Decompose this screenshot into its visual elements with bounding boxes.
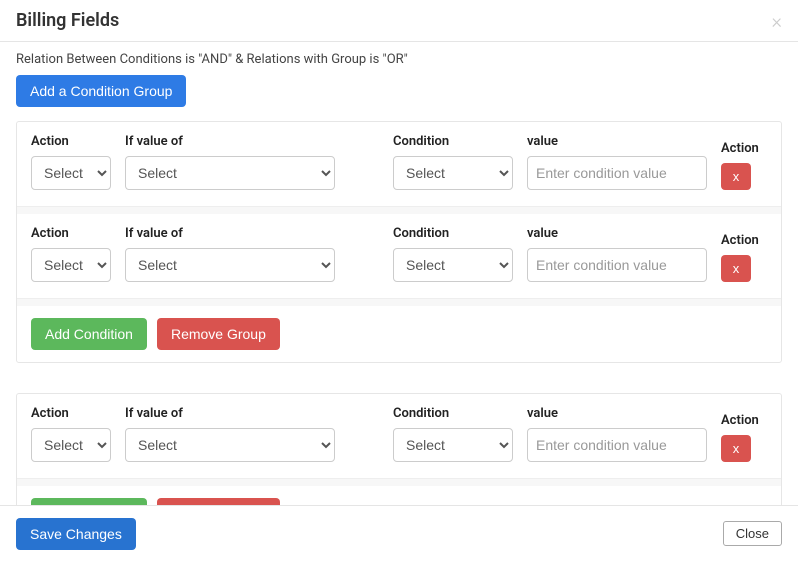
modal-footer: Save Changes Close: [0, 505, 798, 562]
delete-row-button[interactable]: x: [721, 255, 751, 282]
col-action-delete: Action x: [721, 413, 767, 462]
col-if-value: If value of Select: [125, 406, 335, 462]
billing-fields-modal: Billing Fields × Relation Between Condit…: [0, 0, 798, 562]
col-value: value: [527, 226, 707, 282]
group-actions: Add Condition Remove Group: [17, 306, 781, 362]
condition-row: Action Select If value of Select Conditi…: [17, 122, 781, 206]
condition-label: Condition: [393, 226, 513, 241]
row-divider: [17, 478, 781, 486]
delete-row-button[interactable]: x: [721, 435, 751, 462]
col-if-value: If value of Select: [125, 226, 335, 282]
action2-label: Action: [721, 413, 759, 428]
field-select[interactable]: Select: [125, 248, 335, 282]
modal-header: Billing Fields ×: [0, 0, 798, 42]
col-value: value: [527, 406, 707, 462]
action2-label: Action: [721, 141, 759, 156]
row-divider: [17, 206, 781, 214]
if-value-label: If value of: [125, 134, 335, 149]
relation-help-text: Relation Between Conditions is "AND" & R…: [16, 52, 782, 67]
modal-body: Relation Between Conditions is "AND" & R…: [0, 42, 798, 505]
condition-label: Condition: [393, 406, 513, 421]
add-condition-button[interactable]: Add Condition: [31, 318, 147, 350]
value-input[interactable]: [527, 428, 707, 462]
condition-row: Action Select If value of Select Conditi…: [17, 214, 781, 298]
condition-group: Action Select If value of Select Conditi…: [16, 121, 782, 363]
condition-row: Action Select If value of Select Conditi…: [17, 394, 781, 478]
action2-label: Action: [721, 233, 759, 248]
action-label: Action: [31, 406, 111, 421]
col-condition: Condition Select: [393, 134, 513, 190]
row-divider: [17, 298, 781, 306]
modal-title: Billing Fields: [16, 10, 119, 31]
col-value: value: [527, 134, 707, 190]
col-action-delete: Action x: [721, 141, 767, 190]
action-label: Action: [31, 226, 111, 241]
if-value-label: If value of: [125, 226, 335, 241]
condition-label: Condition: [393, 134, 513, 149]
col-action: Action Select: [31, 134, 111, 190]
field-select[interactable]: Select: [125, 428, 335, 462]
close-icon[interactable]: ×: [772, 11, 782, 31]
col-condition: Condition Select: [393, 226, 513, 282]
modal-scroll-area[interactable]: Relation Between Conditions is "AND" & R…: [0, 42, 798, 505]
remove-group-button[interactable]: Remove Group: [157, 498, 280, 504]
group-actions: Add Condition Remove Group: [17, 486, 781, 504]
value-input[interactable]: [527, 156, 707, 190]
col-action: Action Select: [31, 406, 111, 462]
value-label: value: [527, 406, 707, 421]
add-condition-group-button[interactable]: Add a Condition Group: [16, 75, 186, 107]
col-condition: Condition Select: [393, 406, 513, 462]
value-label: value: [527, 226, 707, 241]
if-value-label: If value of: [125, 406, 335, 421]
delete-row-button[interactable]: x: [721, 163, 751, 190]
value-label: value: [527, 134, 707, 149]
col-action-delete: Action x: [721, 233, 767, 282]
col-action: Action Select: [31, 226, 111, 282]
action-select[interactable]: Select: [31, 428, 111, 462]
condition-group: Action Select If value of Select Conditi…: [16, 393, 782, 504]
field-select[interactable]: Select: [125, 156, 335, 190]
remove-group-button[interactable]: Remove Group: [157, 318, 280, 350]
add-condition-button[interactable]: Add Condition: [31, 498, 147, 504]
save-changes-button[interactable]: Save Changes: [16, 518, 136, 550]
condition-select[interactable]: Select: [393, 248, 513, 282]
close-button[interactable]: Close: [723, 521, 782, 546]
action-label: Action: [31, 134, 111, 149]
condition-select[interactable]: Select: [393, 156, 513, 190]
action-select[interactable]: Select: [31, 248, 111, 282]
action-select[interactable]: Select: [31, 156, 111, 190]
col-if-value: If value of Select: [125, 134, 335, 190]
condition-select[interactable]: Select: [393, 428, 513, 462]
value-input[interactable]: [527, 248, 707, 282]
